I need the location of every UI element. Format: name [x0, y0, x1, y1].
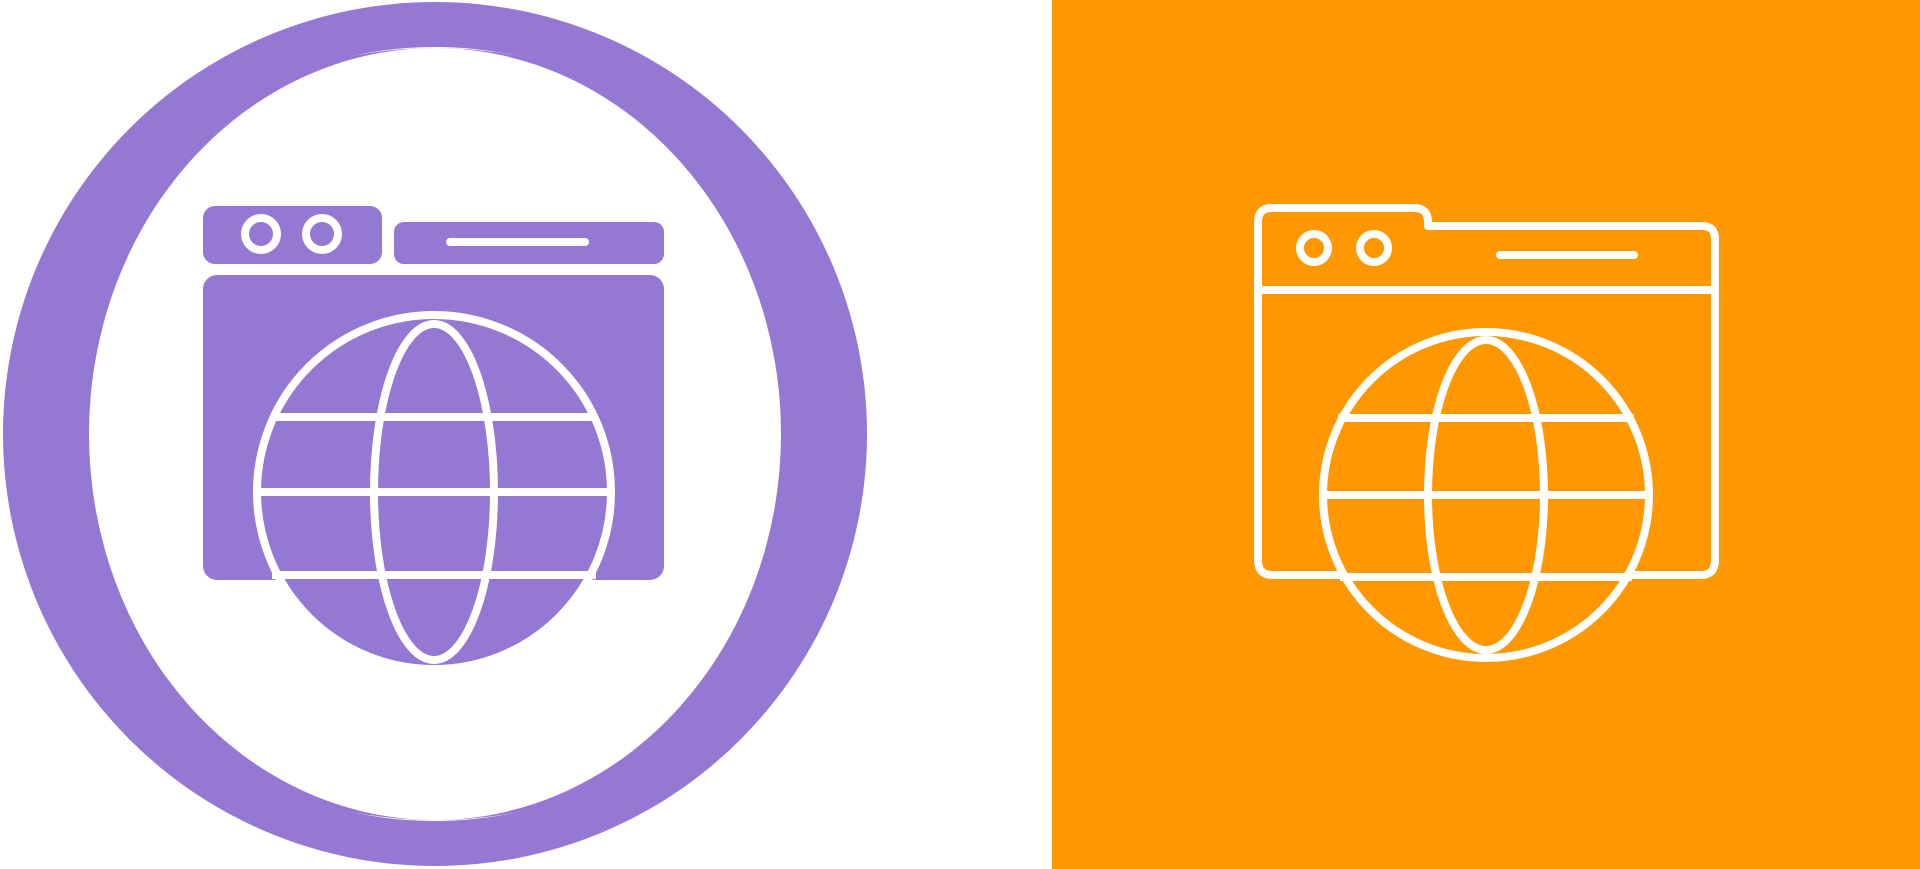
icon-sheet [0, 0, 1920, 869]
globe-outline-icon [1319, 328, 1653, 662]
glyph-icon-panel [0, 0, 1052, 869]
globe-icon [253, 311, 615, 673]
web-globe-line-icon [1052, 0, 1920, 869]
web-globe-glyph-icon [3, 2, 867, 866]
line-icon-panel [1052, 0, 1920, 869]
